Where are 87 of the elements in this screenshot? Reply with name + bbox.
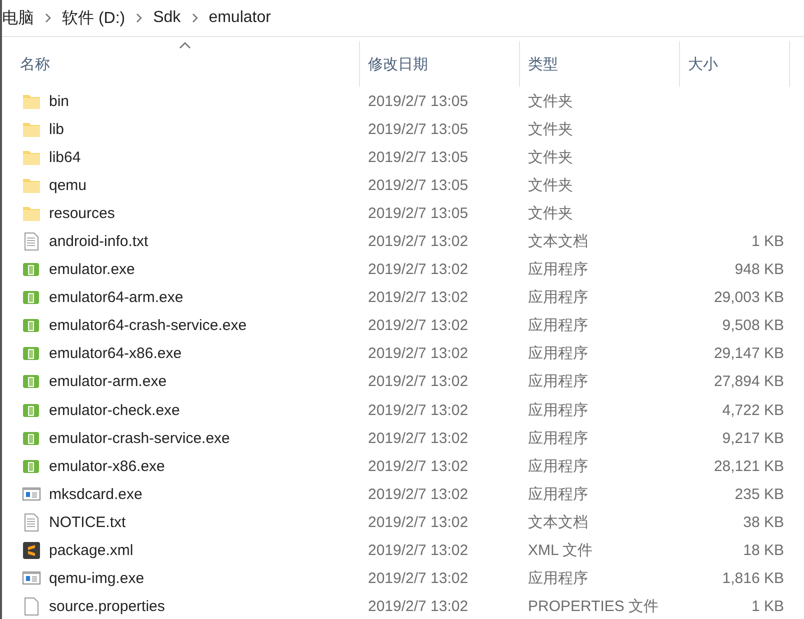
file-size: 235 KB	[734, 486, 784, 503]
file-size: 38 KB	[743, 514, 784, 531]
file-name[interactable]: qemu-img.exe	[49, 570, 144, 588]
file-size: 29,147 KB	[714, 345, 784, 362]
column-header[interactable]: 类型	[520, 41, 680, 87]
chevron-icon	[190, 13, 199, 23]
sort-caret-icon	[178, 41, 190, 49]
column-header[interactable]: 大小	[680, 41, 790, 87]
file-size: 1 KB	[751, 233, 784, 250]
file-name[interactable]: lib	[49, 120, 64, 138]
file-size: 1,816 KB	[722, 570, 784, 588]
file-name[interactable]: emulator64-x86.exe	[49, 345, 182, 362]
modified-date: 2019/2/7 13:02	[368, 345, 468, 362]
text-file-icon	[22, 232, 41, 252]
file-size: 9,217 KB	[722, 430, 784, 447]
editor-icon	[22, 541, 41, 560]
file-name[interactable]: bin	[49, 92, 70, 110]
file-type: 文本文档	[528, 233, 588, 250]
chevron-icon	[44, 13, 52, 23]
modified-date: 2019/2/7 13:02	[368, 261, 468, 278]
file-type: 应用程序	[528, 345, 588, 362]
file-size: 27,894 KB	[714, 373, 784, 390]
file-name[interactable]: emulator64-crash-service.exe	[49, 317, 247, 334]
modified-date: 2019/2/7 13:02	[368, 514, 468, 531]
column-header[interactable]: 修改日期	[360, 41, 520, 87]
file-type: 应用程序	[528, 289, 588, 306]
file-size: 28,121 KB	[714, 458, 784, 475]
modified-date: 2019/2/7 13:02	[368, 430, 468, 447]
file-name[interactable]: source.properties	[49, 598, 165, 616]
file-type: 文件夹	[528, 204, 573, 222]
file-type: 文件夹	[528, 176, 573, 194]
blank-file-icon	[22, 597, 41, 616]
breadcrumb-item[interactable]: 软件 (D:)	[62, 8, 126, 28]
file-type: XML 文件	[528, 542, 592, 560]
file-name[interactable]: android-info.txt	[49, 233, 148, 250]
file-type: 文件夹	[528, 92, 573, 110]
modified-date: 2019/2/7 13:05	[368, 92, 468, 110]
file-name[interactable]: emulator-check.exe	[49, 402, 180, 419]
chevron-icon	[135, 13, 144, 23]
file-type: 应用程序	[528, 402, 588, 419]
breadcrumb-item[interactable]: emulator	[208, 9, 271, 27]
file-type: 应用程序	[528, 317, 588, 334]
file-name[interactable]: resources	[49, 204, 115, 222]
breadcrumb-item[interactable]: 电脑	[2, 8, 34, 28]
text-file-icon	[22, 512, 41, 532]
file-size: 4,722 KB	[722, 402, 784, 419]
modified-date: 2019/2/7 13:02	[368, 458, 468, 475]
modified-date: 2019/2/7 13:02	[368, 542, 468, 560]
modified-date: 2019/2/7 13:05	[368, 120, 468, 138]
modified-date: 2019/2/7 13:05	[368, 148, 468, 166]
modified-date: 2019/2/7 13:05	[368, 204, 468, 222]
file-name[interactable]: emulator-arm.exe	[49, 373, 167, 390]
modified-date: 2019/2/7 13:02	[368, 486, 468, 503]
file-type: 应用程序	[528, 458, 588, 475]
modified-date: 2019/2/7 13:02	[368, 570, 468, 588]
modified-date: 2019/2/7 13:02	[368, 289, 468, 306]
file-size: 948 KB	[734, 261, 784, 278]
file-name[interactable]: emulator.exe	[49, 261, 135, 278]
modified-date: 2019/2/7 13:05	[368, 176, 468, 194]
file-name[interactable]: lib64	[49, 148, 81, 166]
file-size: 9,508 KB	[722, 317, 784, 334]
file-name[interactable]: emulator-crash-service.exe	[49, 430, 230, 447]
file-type: 应用程序	[528, 373, 588, 390]
modified-date: 2019/2/7 13:02	[368, 402, 468, 419]
file-name[interactable]: package.xml	[49, 542, 134, 560]
file-size: 18 KB	[743, 542, 784, 560]
file-type: 应用程序	[528, 570, 588, 588]
file-name[interactable]: qemu	[49, 176, 87, 194]
breadcrumb-item[interactable]: Sdk	[153, 9, 181, 27]
file-name[interactable]: emulator-x86.exe	[49, 458, 165, 475]
file-type: 文件夹	[528, 120, 573, 138]
file-name[interactable]: emulator64-arm.exe	[49, 289, 184, 306]
file-type: 文件夹	[528, 148, 573, 166]
file-type: 文本文档	[528, 514, 588, 531]
modified-date: 2019/2/7 13:02	[368, 373, 468, 390]
modified-date: 2019/2/7 13:02	[368, 317, 468, 334]
file-name[interactable]: mksdcard.exe	[49, 486, 142, 503]
file-type: 应用程序	[528, 261, 588, 278]
file-type: 应用程序	[528, 430, 588, 447]
file-name[interactable]: NOTICE.txt	[49, 514, 126, 531]
file-type: 应用程序	[528, 486, 588, 503]
column-header[interactable]: 名称	[2, 41, 360, 87]
modified-date: 2019/2/7 13:02	[368, 598, 468, 616]
file-size: 1 KB	[751, 598, 784, 616]
file-type: PROPERTIES 文件	[528, 598, 659, 616]
file-size: 29,003 KB	[714, 289, 784, 306]
modified-date: 2019/2/7 13:02	[368, 233, 468, 250]
